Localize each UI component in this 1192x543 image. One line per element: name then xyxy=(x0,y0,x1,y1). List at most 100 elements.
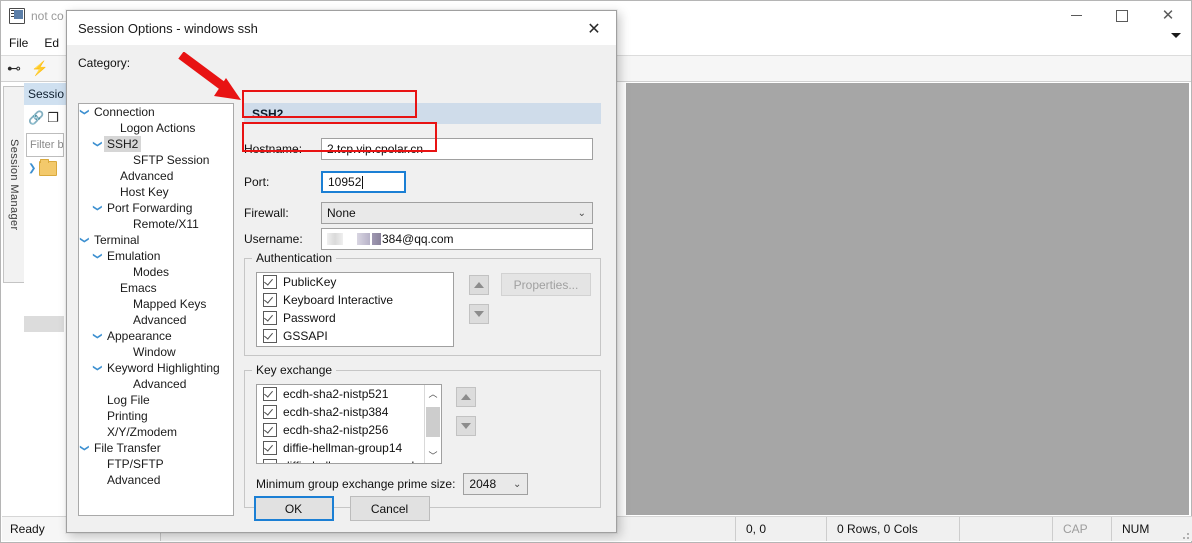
chevron-down-icon[interactable] xyxy=(1171,33,1181,38)
connect-icon[interactable]: ⊷ xyxy=(1,57,27,81)
auth-move-up-button[interactable] xyxy=(469,275,489,295)
category-tree-item[interactable]: ❯ Port Forwarding xyxy=(79,200,233,216)
kex-list-item[interactable]: ecdh-sha2-nistp256 xyxy=(257,421,425,439)
category-tree-item[interactable]: Host Key xyxy=(79,184,233,200)
key-exchange-scrollbar[interactable]: ︿ ﹀ xyxy=(424,385,441,463)
firewall-select[interactable]: None ⌄ xyxy=(321,202,593,224)
copy-icon[interactable]: ❐ xyxy=(47,110,59,126)
category-tree-item[interactable]: Remote/X11 xyxy=(79,216,233,232)
chevron-down-icon[interactable]: ❯ xyxy=(90,138,106,150)
checkbox-icon[interactable] xyxy=(263,329,277,343)
dialog-body: Category: ❯ Connection Logon Actions ❯ SSH2 S… xyxy=(67,45,616,533)
category-tree-item[interactable]: Advanced xyxy=(79,312,233,328)
ok-button[interactable]: OK xyxy=(253,496,334,521)
auth-list-item[interactable]: PublicKey xyxy=(257,273,453,291)
category-tree-item[interactable]: ❯ Connection xyxy=(79,104,233,120)
prime-size-select[interactable]: 2048 ⌄ xyxy=(463,473,529,495)
chevron-down-icon[interactable]: ❯ xyxy=(79,234,93,246)
chevron-down-icon[interactable]: ❯ xyxy=(79,106,93,118)
session-manager-tab[interactable]: Session Manager xyxy=(3,86,25,283)
key-exchange-list[interactable]: ecdh-sha2-nistp521 ecdh-sha2-nistp384 ecdh… xyxy=(256,384,442,464)
checkbox-icon[interactable] xyxy=(263,387,277,401)
chevron-down-icon[interactable]: ❯ xyxy=(90,362,106,374)
category-tree-item[interactable]: ❯ SSH2 xyxy=(79,136,233,152)
category-tree-item-label: Mapped Keys xyxy=(133,297,207,311)
category-tree-item[interactable]: Advanced xyxy=(79,168,233,184)
close-icon[interactable]: ✕ xyxy=(572,11,616,45)
resize-grip-icon[interactable] xyxy=(1176,516,1192,542)
category-tree-item-label: Advanced xyxy=(120,169,174,183)
hostname-input[interactable]: 2.tcp.vip.cpolar.cn xyxy=(321,138,593,160)
folder-icon[interactable] xyxy=(39,159,58,176)
quick-connect-icon[interactable]: ⚡ xyxy=(27,57,53,81)
menu-edit[interactable]: Ed xyxy=(36,33,67,53)
text-caret xyxy=(362,175,364,189)
category-tree-item[interactable]: ❯ File Transfer xyxy=(79,440,233,456)
menu-file[interactable]: File xyxy=(1,33,36,53)
auth-list-item[interactable]: Password xyxy=(257,309,453,327)
category-tree-item[interactable]: ❯ Appearance xyxy=(79,328,233,344)
auth-move-down-button[interactable] xyxy=(469,304,489,324)
category-tree-item[interactable]: Advanced xyxy=(79,472,233,488)
kex-list-item[interactable]: diffie-hellman-group14 xyxy=(257,439,425,457)
chevron-down-icon[interactable]: ❯ xyxy=(90,250,106,262)
session-tree[interactable]: ❯ xyxy=(24,157,66,176)
port-input[interactable]: 10952 xyxy=(321,171,406,193)
session-filter-input[interactable]: Filter b xyxy=(26,133,64,157)
kex-list-item[interactable]: diffie-hellman-group-exchange-sha256 xyxy=(257,457,441,463)
category-tree-item[interactable]: Mapped Keys xyxy=(79,296,233,312)
checkbox-icon[interactable] xyxy=(263,275,277,289)
category-tree-item[interactable]: X/Y/Zmodem xyxy=(79,424,233,440)
link-icon[interactable]: 🔗 xyxy=(28,110,44,126)
auth-list-item[interactable]: Keyboard Interactive xyxy=(257,291,453,309)
category-tree-item[interactable]: ❯ Emulation xyxy=(79,248,233,264)
category-tree-item[interactable]: Logon Actions xyxy=(79,120,233,136)
cancel-button[interactable]: Cancel xyxy=(349,496,430,521)
category-tree-item[interactable]: ❯ Terminal xyxy=(79,232,233,248)
category-tree-item[interactable]: FTP/SFTP xyxy=(79,456,233,472)
app-title: not co xyxy=(31,8,64,23)
kex-move-down-button[interactable] xyxy=(456,416,476,436)
category-tree-item[interactable]: Advanced xyxy=(79,376,233,392)
auth-list-item-label: GSSAPI xyxy=(283,329,328,343)
chevron-down-icon[interactable]: ﹀ xyxy=(425,447,441,463)
category-tree[interactable]: ❯ Connection Logon Actions ❯ SSH2 SFTP Sessio… xyxy=(78,103,234,516)
category-tree-item[interactable]: ❯ Keyword Highlighting xyxy=(79,360,233,376)
auth-list-item[interactable]: GSSAPI xyxy=(257,327,453,345)
category-tree-item[interactable]: Window xyxy=(79,344,233,360)
category-tree-item[interactable]: Printing xyxy=(79,408,233,424)
scrollbar-thumb[interactable] xyxy=(426,407,440,437)
category-tree-item[interactable]: Log File xyxy=(79,392,233,408)
chevron-down-icon[interactable]: ❯ xyxy=(90,202,106,214)
checkbox-icon[interactable] xyxy=(263,441,277,455)
session-panel-toolbar: 🔗 ❐ xyxy=(24,105,66,131)
checkbox-icon[interactable] xyxy=(263,311,277,325)
kex-move-up-button[interactable] xyxy=(456,387,476,407)
kex-list-item[interactable]: ecdh-sha2-nistp384 xyxy=(257,403,425,421)
checkbox-icon[interactable] xyxy=(263,405,277,419)
category-tree-item[interactable]: Modes xyxy=(79,264,233,280)
chevron-down-icon[interactable]: ❯ xyxy=(28,163,36,174)
maximize-icon[interactable] xyxy=(1099,1,1145,30)
terminal-area[interactable] xyxy=(626,83,1189,515)
checkbox-icon[interactable] xyxy=(263,423,277,437)
checkbox-icon[interactable] xyxy=(263,293,277,307)
firewall-select-value: None xyxy=(327,206,356,220)
category-tree-item-label: Advanced xyxy=(133,377,187,391)
prime-size-value: 2048 xyxy=(469,477,497,491)
close-icon[interactable]: ✕ xyxy=(1145,1,1191,30)
session-manager-tab-label: Session Manager xyxy=(8,138,20,231)
properties-button[interactable]: Properties... xyxy=(501,273,591,296)
category-tree-item[interactable]: SFTP Session xyxy=(79,152,233,168)
session-selected-row[interactable] xyxy=(24,316,64,332)
minimize-icon[interactable] xyxy=(1053,1,1099,30)
authentication-list[interactable]: PublicKey Keyboard Interactive Password GSS… xyxy=(256,272,454,347)
username-input[interactable]: 384@qq.com xyxy=(321,228,593,250)
category-tree-item[interactable]: Emacs xyxy=(79,280,233,296)
authentication-group: Authentication PublicKey Keyboard Interac… xyxy=(244,251,601,356)
chevron-down-icon[interactable]: ❯ xyxy=(90,330,106,342)
kex-list-item[interactable]: ecdh-sha2-nistp521 xyxy=(257,385,425,403)
chevron-up-icon[interactable]: ︿ xyxy=(425,385,441,401)
chevron-down-icon[interactable]: ❯ xyxy=(79,442,93,454)
checkbox-icon[interactable] xyxy=(263,459,277,463)
